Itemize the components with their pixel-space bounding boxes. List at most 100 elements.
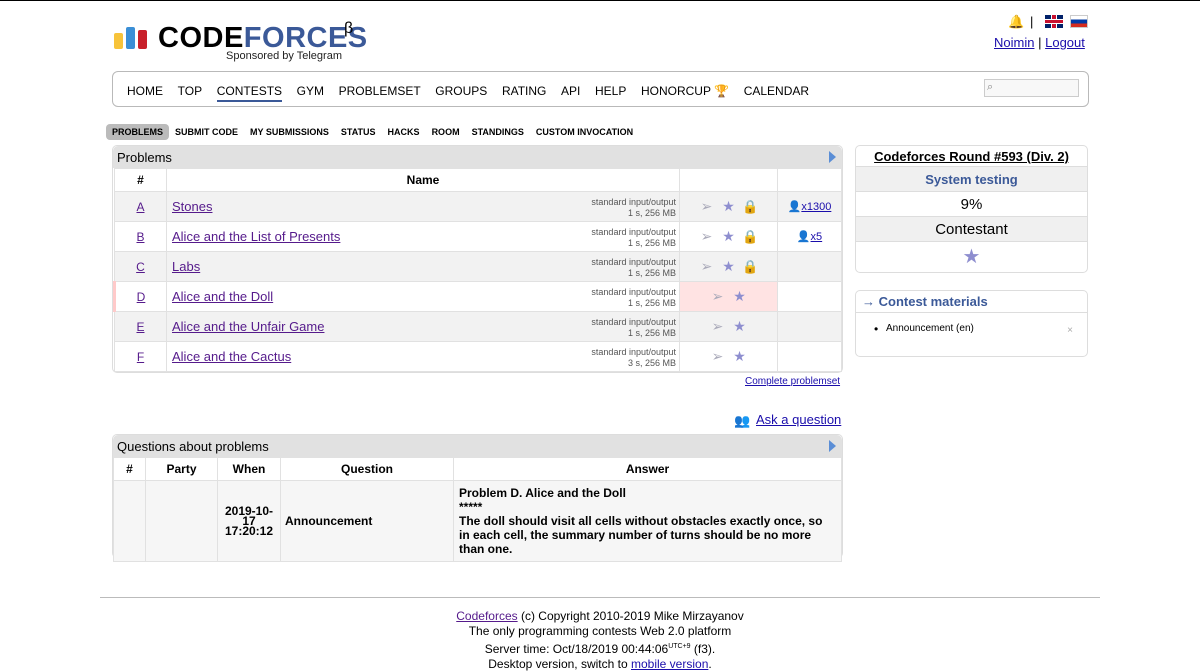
ask-question-icon[interactable]: 👥	[734, 413, 752, 429]
footer-server-time: Server time: Oct/18/2019 00:44:06UTC+9 (…	[484, 642, 716, 656]
menu-honorcup[interactable]: HONORCUP 🏆	[641, 84, 729, 98]
col-solved	[777, 168, 842, 192]
problem-actions: ➢ ★ 🔒	[679, 191, 778, 222]
problem-index-link[interactable]: B	[136, 230, 144, 244]
material-announcement-link[interactable]: Announcement (en)	[886, 323, 974, 334]
problem-name-link[interactable]: Labs	[172, 259, 200, 274]
complete-problemset-link[interactable]: Complete problemset	[745, 376, 840, 387]
problem-index: A	[114, 191, 167, 222]
questions-table: # Party When Question Answer 2019-10-17 1…	[113, 457, 842, 562]
remove-icon[interactable]: ×	[1067, 325, 1073, 336]
problems-box-title: Problems	[113, 146, 842, 168]
lang-separator: |	[1030, 14, 1034, 29]
submenu-status[interactable]: STATUS	[335, 124, 382, 140]
problem-limits: standard input/output 1 s, 256 MB	[591, 257, 676, 278]
star-icon[interactable]: ★	[718, 258, 740, 275]
problem-name-link[interactable]: Stones	[172, 199, 212, 214]
user-icon: 👤	[787, 201, 802, 213]
solved-count	[777, 311, 842, 342]
problem-name-link[interactable]: Alice and the Cactus	[172, 349, 291, 364]
footer-site-link[interactable]: Codeforces	[456, 609, 517, 623]
col-party: Party	[145, 457, 218, 481]
english-flag-icon[interactable]	[1045, 15, 1063, 28]
lock-icon[interactable]: 🔒	[740, 229, 762, 245]
contest-materials-box: → Contest materials • Announcement (en) …	[855, 290, 1088, 357]
search-icon: ⌕	[987, 81, 994, 93]
bell-icon[interactable]: 🔔	[1008, 15, 1024, 29]
problem-name-link[interactable]: Alice and the Doll	[172, 289, 273, 304]
questions-title: Questions about problems	[117, 439, 269, 454]
star-icon[interactable]: ★	[718, 228, 740, 245]
problem-index-link[interactable]: D	[137, 290, 146, 304]
star-icon[interactable]: ★	[729, 318, 751, 335]
menu-calendar[interactable]: CALENDAR	[744, 84, 809, 98]
submenu-submit-code[interactable]: SUBMIT CODE	[169, 124, 244, 140]
send-icon[interactable]: ➢	[707, 318, 729, 335]
expand-arrow-icon[interactable]	[829, 440, 836, 452]
username-link[interactable]: Noimin	[994, 35, 1034, 50]
send-icon[interactable]: ➢	[696, 258, 718, 275]
problem-name-link[interactable]: Alice and the List of Presents	[172, 229, 340, 244]
codeforces-logo[interactable]: CODEFORCES β Sponsored by Telegram	[114, 20, 367, 64]
send-icon[interactable]: ➢	[696, 198, 718, 215]
answer-title: Problem D. Alice and the Doll	[459, 486, 626, 500]
problem-actions: ➢ ★	[679, 281, 778, 312]
submenu-custom-invocation[interactable]: CUSTOM INVOCATION	[530, 124, 639, 140]
solved-count[interactable]: 👤x5	[777, 221, 842, 252]
contest-title-link[interactable]: Codeforces Round #593 (Div. 2)	[874, 149, 1069, 164]
user-links: Noimin | Logout	[994, 35, 1085, 50]
ask-question-link[interactable]: Ask a question	[756, 412, 841, 427]
complete-problemset: Complete problemset	[745, 376, 840, 387]
footer-version: Desktop version, switch to mobile versio…	[488, 657, 712, 671]
submenu-room[interactable]: ROOM	[426, 124, 466, 140]
footer-copyright: (c) Copyright 2010-2019 Mike Mirzayanov	[520, 609, 744, 623]
menu-help[interactable]: HELP	[595, 84, 626, 98]
star-icon[interactable]: ★	[718, 198, 740, 215]
menu-home[interactable]: HOME	[127, 84, 163, 98]
submenu-standings[interactable]: STANDINGS	[466, 124, 530, 140]
menu-contests[interactable]: CONTESTS	[216, 84, 283, 102]
table-row: D Alice and the Doll standard input/outp…	[113, 281, 842, 312]
star-icon[interactable]: ★	[729, 348, 751, 365]
problem-name-link[interactable]: Alice and the Unfair Game	[172, 319, 324, 334]
send-icon[interactable]: ➢	[696, 228, 718, 245]
problem-limits: standard input/output 3 s, 256 MB	[591, 347, 676, 368]
expand-arrow-icon[interactable]	[829, 151, 836, 163]
star-icon[interactable]: ★	[729, 288, 751, 305]
lock-icon[interactable]: 🔒	[740, 259, 762, 275]
send-icon[interactable]: ➢	[707, 288, 729, 305]
menu-rating[interactable]: RATING	[502, 84, 546, 98]
lock-icon[interactable]: 🔒	[740, 199, 762, 215]
contest-submenu: PROBLEMS SUBMIT CODE MY SUBMISSIONS STATUS H…	[106, 124, 639, 140]
main-menu: HOME TOP CONTESTS GYM PROBLEMSET GROUPS …	[112, 71, 1089, 107]
question-num	[113, 480, 146, 562]
problem-index-link[interactable]: F	[137, 350, 144, 364]
problem-index-link[interactable]: C	[136, 260, 145, 274]
solved-count[interactable]: 👤x1300	[777, 191, 842, 222]
menu-groups[interactable]: GROUPS	[435, 84, 487, 98]
problem-actions: ➢ ★	[679, 311, 778, 342]
menu-top[interactable]: TOP	[178, 84, 202, 98]
mobile-version-link[interactable]: mobile version	[631, 657, 708, 671]
logout-link[interactable]: Logout	[1045, 35, 1085, 50]
menu-problemset[interactable]: PROBLEMSET	[339, 84, 421, 98]
menu-api[interactable]: API	[561, 84, 580, 98]
problem-index: E	[114, 311, 167, 342]
problems-box: Problems # Name A Stones standard input/…	[112, 145, 843, 373]
problem-index-link[interactable]: A	[136, 200, 144, 214]
questions-box: Questions about problems # Party When Qu…	[112, 434, 843, 562]
submenu-hacks[interactable]: HACKS	[382, 124, 426, 140]
menu-gym[interactable]: GYM	[297, 84, 324, 98]
star-icon[interactable]: ★	[856, 242, 1087, 272]
answer-stars: *****	[459, 500, 483, 514]
submenu-problems[interactable]: PROBLEMS	[106, 124, 170, 140]
problem-index-link[interactable]: E	[136, 320, 144, 334]
submenu-my-submissions[interactable]: MY SUBMISSIONS	[244, 124, 335, 140]
problem-index: B	[114, 221, 167, 252]
search-input[interactable]: ⌕	[984, 79, 1079, 97]
col-answer: Answer	[453, 457, 842, 481]
problem-limits: standard input/output 1 s, 256 MB	[591, 287, 676, 308]
send-icon[interactable]: ➢	[707, 348, 729, 365]
problem-actions: ➢ ★ 🔒	[679, 251, 778, 282]
russian-flag-icon[interactable]	[1070, 15, 1088, 28]
